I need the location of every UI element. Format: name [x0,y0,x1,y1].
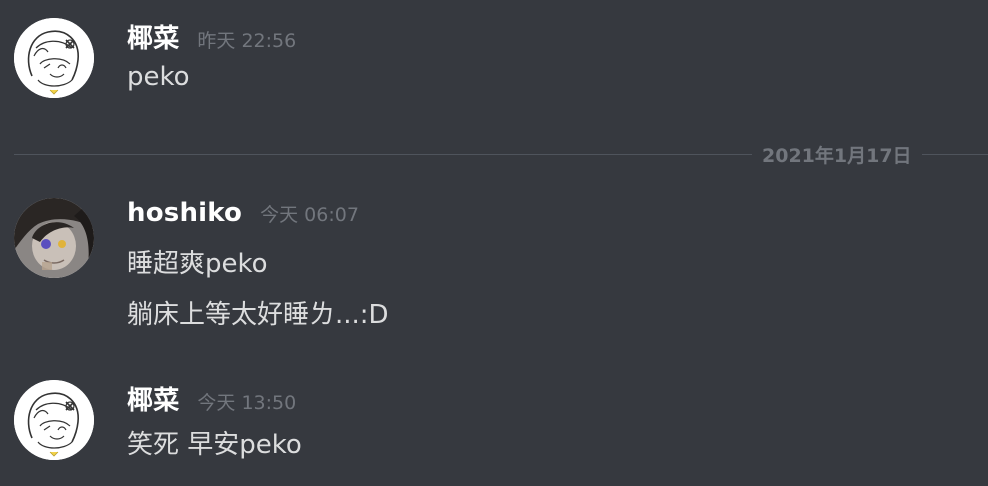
message-text: 睡超爽peko [127,249,268,279]
message-text: 躺床上等太好睡ㄌ...:D [127,300,389,330]
message-header: 椰菜 昨天 22:56 [127,18,296,54]
message-text: peko [127,62,190,92]
sketch-girl-avatar-icon[interactable] [14,380,94,460]
message-header: 椰菜 今天 13:50 [127,380,296,416]
username[interactable]: 椰菜 [127,380,179,417]
username[interactable]: 椰菜 [127,18,179,55]
username[interactable]: hoshiko [127,198,242,228]
message-text: 笑死 早安peko [127,430,302,460]
message-header: hoshiko 今天 06:07 [127,198,359,234]
date-divider-label: 2021年1月17日 [752,141,922,168]
timestamp: 今天 13:50 [197,392,297,414]
timestamp: 今天 06:07 [260,204,359,226]
sketch-girl-avatar-icon[interactable] [14,18,94,98]
timestamp: 昨天 22:56 [197,30,297,52]
photo-avatar-icon[interactable] [14,198,94,278]
